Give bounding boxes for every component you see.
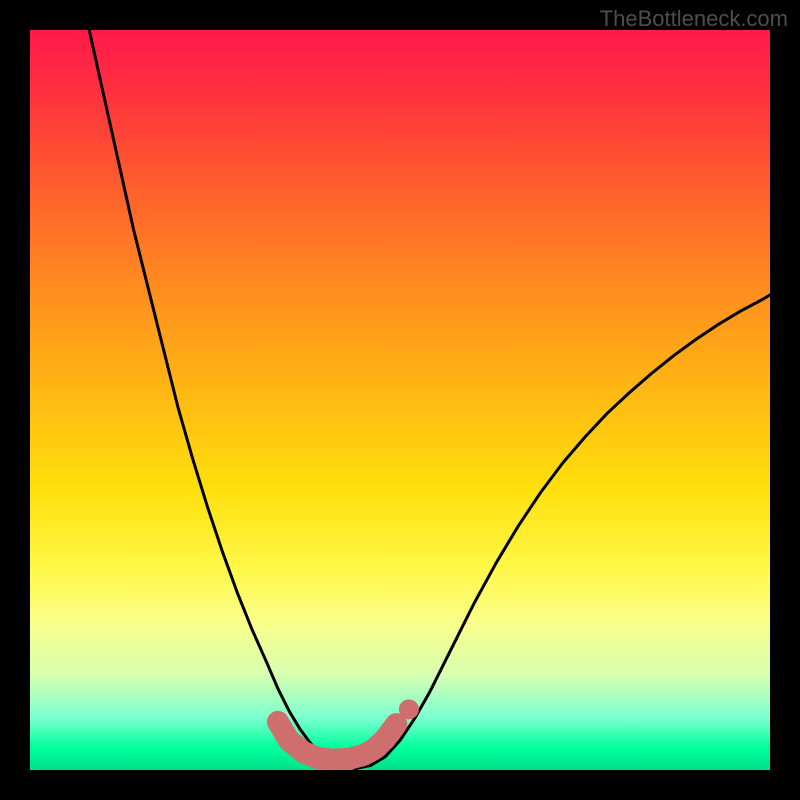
bottom-marker-stroke (278, 722, 396, 760)
curve-right (356, 295, 770, 769)
plot-area (30, 30, 770, 770)
watermark-text: TheBottleneck.com (600, 6, 788, 32)
chart-container: TheBottleneck.com (0, 0, 800, 800)
curve-left (89, 30, 355, 769)
curves-svg (30, 30, 770, 770)
bottom-marker-dot (399, 699, 419, 719)
